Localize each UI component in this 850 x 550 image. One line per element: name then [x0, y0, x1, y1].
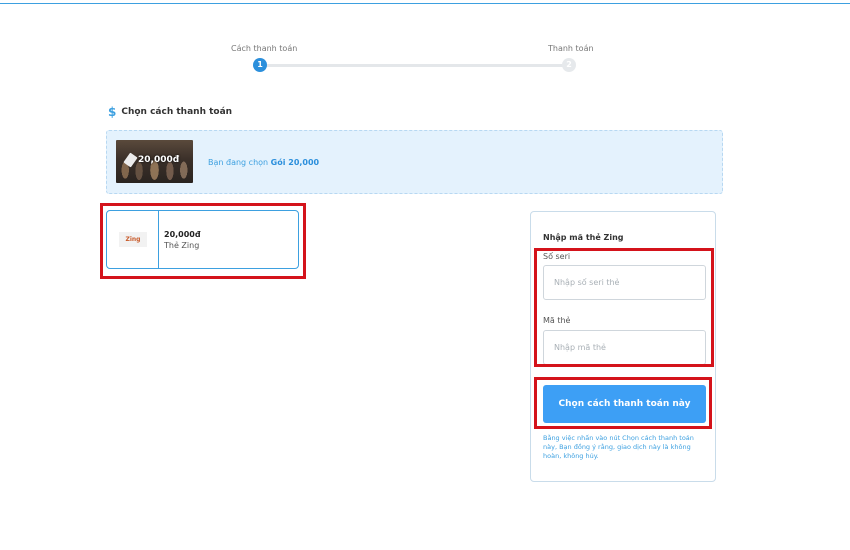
selected-package-banner: 20,000đ Bạn đang chọn Gói 20,000 — [106, 130, 723, 194]
payment-disclaimer: Bằng việc nhấn vào nút Chọn cách thanh t… — [543, 434, 694, 460]
package-thumbnail-price: 20,000đ — [138, 155, 180, 165]
highlight-submit-button — [534, 377, 712, 429]
step-2-label: Thanh toán — [548, 44, 594, 53]
section-title: Chọn cách thanh toán — [121, 107, 233, 117]
highlight-card-inputs — [534, 248, 714, 367]
top-divider — [0, 3, 850, 4]
section-heading: $ Chọn cách thanh toán — [108, 105, 232, 119]
step-2-indicator: 2 — [562, 58, 576, 72]
dollar-icon: $ — [108, 105, 117, 119]
step-1-indicator: 1 — [253, 58, 267, 72]
selected-package-text: Bạn đang chọn Gói 20,000 — [208, 158, 319, 167]
step-1-label: Cách thanh toán — [231, 44, 298, 53]
card-panel-title: Nhập mã thẻ Zing — [543, 233, 624, 242]
step-progress-track — [262, 64, 568, 67]
highlight-payment-method — [100, 203, 306, 279]
selected-package-name: Gói 20,000 — [270, 158, 320, 167]
selected-package-prefix: Bạn đang chọn — [208, 158, 271, 167]
package-thumbnail: 20,000đ — [116, 140, 193, 183]
